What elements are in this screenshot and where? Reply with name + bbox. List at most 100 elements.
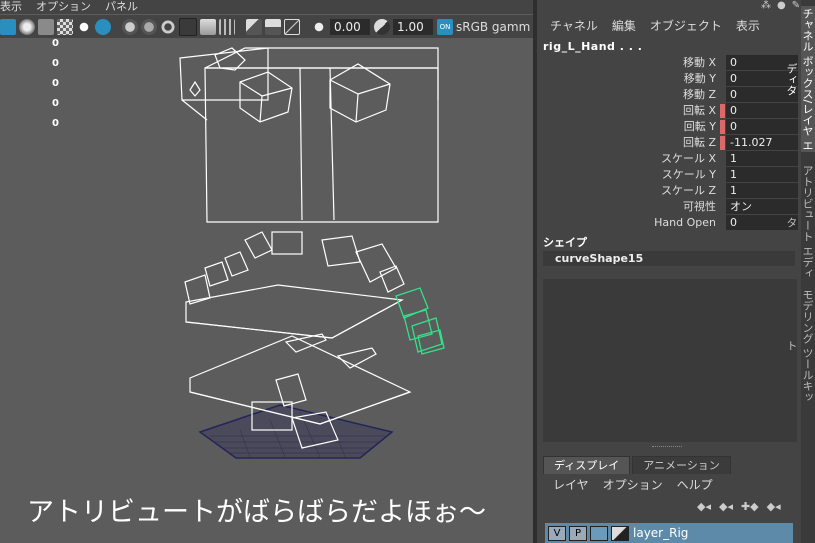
attribute-label[interactable]: 回転 X (683, 103, 716, 119)
attribute-value-field[interactable]: 0 (726, 119, 798, 134)
menu-panels[interactable]: パネル (105, 0, 138, 14)
eye-control-right[interactable] (329, 63, 391, 123)
antialias-icon[interactable] (179, 17, 197, 36)
attribute-row[interactable]: 回転 Z -11.027 (537, 135, 801, 151)
shape-name-row[interactable]: curveShape15 (543, 251, 795, 266)
layer-playback-toggle[interactable]: P (569, 525, 587, 541)
joint-icon[interactable]: ⁂ (761, 0, 771, 11)
layer-color-swatch[interactable] (611, 525, 629, 541)
side-tab-channel-box[interactable]: チャネル ボックス/レイヤ エディタ (785, 6, 815, 152)
keyframe-indicator (720, 168, 725, 182)
attribute-label[interactable]: 移動 Y (684, 71, 716, 87)
shaded-cube-icon[interactable] (38, 18, 54, 35)
attribute-label[interactable]: スケール Y (662, 167, 716, 183)
channel-box-menu: チャネル 編集 オブジェクト 表示 (537, 13, 801, 39)
attribute-value-field[interactable]: -11.027 (726, 135, 798, 150)
grid-toggle-icon[interactable] (219, 18, 235, 35)
help-icon[interactable]: ● (777, 0, 786, 11)
keyframe-indicator (720, 200, 725, 214)
attribute-label[interactable]: 移動 X (683, 55, 716, 71)
keyframe-indicator (720, 72, 725, 86)
new-layer-icon[interactable]: ✚◆ (741, 500, 759, 513)
resolution-gate-icon[interactable] (246, 18, 262, 35)
attribute-list: 移動 X 0 移動 Y 0 移動 Z 0 回転 X 0 回転 Y 0 回転 Z -11.027 スケール… (537, 55, 801, 231)
attribute-label[interactable]: 移動 Z (683, 87, 716, 103)
ambient-occlusion-icon[interactable] (141, 18, 157, 35)
head-control[interactable] (179, 47, 439, 223)
selected-hand-control[interactable] (395, 287, 445, 355)
color-management-icon[interactable]: ON (437, 18, 453, 35)
channel-box-empty-area (543, 279, 797, 442)
side-tab-modeling-toolkit[interactable]: モデリング ツールキット (785, 288, 815, 403)
keyframe-indicator (720, 104, 725, 118)
motion-blur-icon[interactable] (160, 18, 176, 35)
gamma-field[interactable]: 1.00 (393, 18, 433, 35)
layer-editor-tabs: ディスプレイ アニメーション (543, 456, 733, 474)
exposure-field[interactable]: 0.00 (330, 18, 370, 35)
attribute-label[interactable]: 回転 Z (683, 135, 716, 151)
attribute-row[interactable]: 移動 Y0 (537, 71, 801, 87)
layer-icon-bar: ◆◂ ◆◂ ✚◆ ◆◂ (697, 500, 781, 513)
attribute-label[interactable]: 回転 Y (684, 119, 716, 135)
channel-box-panel: チャネル 編集 オブジェクト 表示 rig_L_Hand . . . 移動 X0… (537, 0, 801, 543)
attribute-label[interactable]: 可視性 (683, 199, 716, 215)
viewport-panel[interactable]: 表示 オプション パネル 0.00 1.00 ON sRGB gamm 0 0 … (0, 0, 533, 543)
attribute-value-field[interactable]: オン (726, 199, 798, 214)
attribute-row[interactable]: 移動 Z0 (537, 87, 801, 103)
menu-display[interactable]: 表示 (0, 0, 22, 14)
menu-layer-options[interactable]: オプション (603, 476, 663, 493)
layer-visibility-toggle[interactable]: V (548, 525, 566, 541)
isolate-icon[interactable] (200, 18, 216, 35)
attribute-label[interactable]: スケール Z (661, 183, 716, 199)
menu-channels[interactable]: チャネル (550, 13, 598, 39)
resize-grip[interactable] (652, 446, 682, 450)
attribute-row[interactable]: 回転 Y 0 (537, 119, 801, 135)
attribute-label[interactable]: Hand Open (654, 215, 716, 231)
object-name[interactable]: rig_L_Hand . . . (537, 39, 801, 55)
layer-name[interactable]: layer_Rig (633, 526, 688, 540)
attribute-value-field[interactable]: 0 (726, 103, 798, 118)
move-layer-up-icon[interactable]: ◆◂ (697, 500, 711, 513)
new-layer-selected-icon[interactable]: ◆◂ (767, 500, 781, 513)
attribute-row[interactable]: 回転 X 0 (537, 103, 801, 119)
menu-options[interactable]: オプション (36, 0, 91, 14)
colorspace-label[interactable]: sRGB gamm (456, 20, 530, 34)
attribute-row[interactable]: スケール X 1 (537, 151, 801, 167)
hand-board-upper[interactable] (185, 284, 404, 353)
film-gate-icon[interactable] (265, 18, 281, 35)
attribute-row[interactable]: 可視性 オン (537, 199, 801, 215)
tab-display[interactable]: ディスプレイ (543, 456, 631, 474)
keyframe-indicator (720, 120, 725, 134)
field-chart-icon[interactable] (284, 18, 300, 35)
menu-object[interactable]: オブジェクト (650, 13, 722, 39)
menu-edit[interactable]: 編集 (612, 13, 636, 39)
eye-control-left[interactable] (214, 47, 293, 123)
attribute-value-field[interactable]: 1 (726, 167, 798, 182)
attribute-value-field[interactable]: 1 (726, 151, 798, 166)
attribute-row[interactable]: 移動 X0 (537, 55, 801, 71)
attribute-label[interactable]: スケール X (661, 151, 716, 167)
tab-animation[interactable]: アニメーション (632, 456, 731, 474)
wireframe-cube-icon[interactable] (0, 18, 16, 35)
keyframe-indicator (720, 216, 725, 230)
smooth-shade-icon[interactable] (19, 18, 35, 35)
xray-icon[interactable] (95, 18, 111, 35)
shadow-icon[interactable] (122, 18, 138, 35)
light-bulb-icon[interactable] (76, 18, 92, 35)
side-tab-attribute-editor[interactable]: アトリビュート エディタ (785, 160, 815, 284)
layer-row[interactable]: V P layer_Rig (545, 523, 793, 543)
rig-scene[interactable] (0, 38, 533, 543)
menu-show[interactable]: 表示 (736, 13, 760, 39)
attribute-row[interactable]: スケール Y 1 (537, 167, 801, 183)
arm-chain-controls[interactable] (184, 231, 405, 305)
attribute-row[interactable]: スケール Z 1 (537, 183, 801, 199)
menu-help[interactable]: ヘルプ (677, 476, 713, 493)
attribute-row[interactable]: Hand Open 0 (537, 215, 801, 231)
move-layer-down-icon[interactable]: ◆◂ (719, 500, 733, 513)
layer-display-type[interactable] (590, 525, 608, 541)
menu-layers[interactable]: レイヤ (553, 476, 589, 493)
exposure-icon[interactable] (311, 18, 327, 35)
attribute-value-field[interactable]: 1 (726, 183, 798, 198)
checker-icon[interactable] (57, 18, 73, 35)
gamma-icon[interactable] (374, 18, 390, 35)
